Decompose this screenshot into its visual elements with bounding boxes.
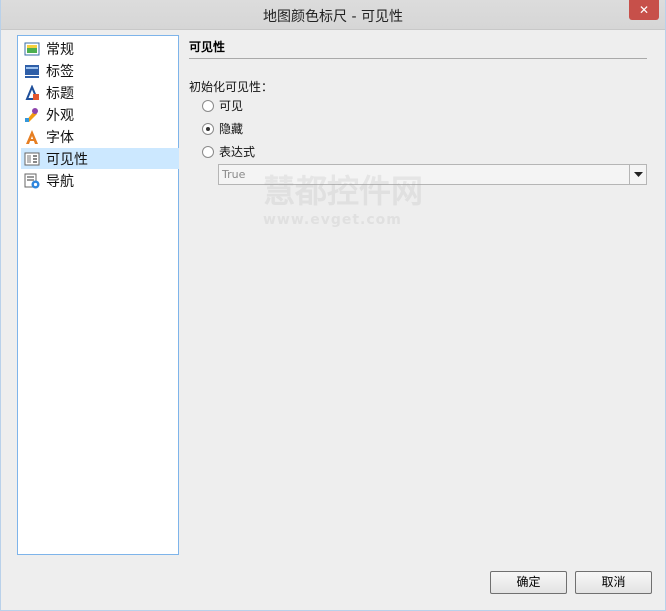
section-divider (189, 58, 647, 59)
sidebar-item-label: 标签 (46, 63, 74, 80)
sidebar-item-labels[interactable]: 标签 (21, 60, 179, 81)
radio-button[interactable] (202, 145, 214, 158)
radio-label: 表达式 (219, 145, 256, 159)
radio-expression[interactable]: 表达式 (202, 143, 255, 160)
sidebar-item-general[interactable]: 常规 (21, 38, 179, 59)
expression-dropdown[interactable]: True (218, 164, 647, 185)
sidebar-item-font[interactable]: 字体 (21, 126, 179, 147)
sidebar-list[interactable]: 常规 标签 标题 外观 字体 可见性 导航 (17, 35, 179, 555)
labels-icon (25, 64, 39, 78)
sidebar-item-label: 外观 (46, 107, 74, 124)
sidebar-item-appearance[interactable]: 外观 (21, 104, 179, 125)
radio-button[interactable] (202, 99, 214, 112)
dialog-window: 地图颜色标尺 - 可见性 ✕ 常规 标签 标题 外观 字体 可见性 导航 可见性… (0, 0, 666, 611)
font-icon (26, 129, 38, 144)
close-button[interactable]: ✕ (629, 0, 659, 20)
sidebar-item-navigation[interactable]: 导航 (21, 170, 179, 191)
sidebar-item-visibility[interactable]: 可见性 (21, 148, 179, 169)
ok-button[interactable]: 确定 (490, 571, 567, 594)
section-title: 可见性 (189, 40, 226, 54)
sidebar-item-label: 可见性 (46, 151, 88, 168)
sidebar-item-label: 字体 (46, 129, 74, 146)
radio-visible[interactable]: 可见 (202, 97, 243, 114)
radio-button[interactable] (202, 122, 214, 135)
initial-visibility-label: 初始化可见性： (189, 80, 274, 94)
sidebar-item-label: 常规 (46, 41, 74, 58)
appearance-icon (25, 107, 38, 122)
radio-hidden[interactable]: 隐藏 (202, 120, 243, 137)
cancel-button[interactable]: 取消 (575, 571, 652, 594)
sidebar-item-label: 导航 (46, 173, 74, 190)
title-bar[interactable]: 地图颜色标尺 - 可见性 ✕ (1, 0, 665, 30)
general-icon (24, 42, 40, 55)
title-icon (25, 84, 39, 100)
close-icon: ✕ (638, 3, 650, 17)
sidebar-item-label: 标题 (46, 85, 74, 102)
dropdown-toggle[interactable] (629, 165, 646, 184)
chevron-down-icon (633, 171, 643, 177)
radio-label: 隐藏 (219, 122, 244, 136)
sidebar-item-title[interactable]: 标题 (21, 82, 179, 103)
visibility-icon (24, 152, 40, 165)
radio-label: 可见 (219, 99, 244, 113)
window-title: 地图颜色标尺 - 可见性 (263, 9, 403, 25)
navigation-icon (24, 173, 40, 188)
expression-value: True (222, 168, 246, 181)
